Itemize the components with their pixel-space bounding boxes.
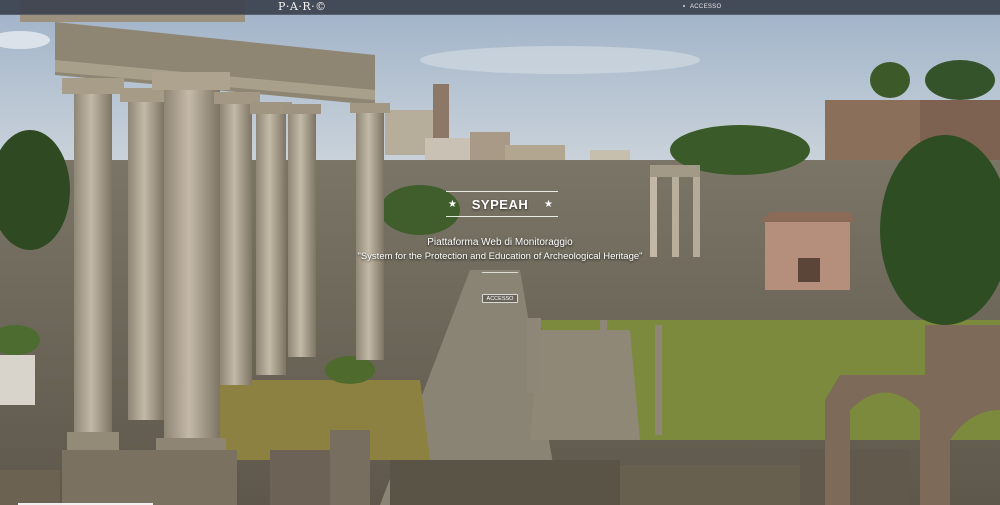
star-icon-right: ★ bbox=[544, 199, 553, 210]
title-top-divider bbox=[446, 191, 558, 192]
brand-logo[interactable]: P·A·R·© bbox=[278, 0, 327, 14]
bullet-icon bbox=[683, 5, 685, 8]
platform-subtitle: Piattaforma Web di Monitoraggio bbox=[427, 237, 573, 248]
title-bottom-divider bbox=[446, 216, 558, 217]
hero-panel: ★ SYPEAH ★ Piattaforma Web di Monitoragg… bbox=[330, 186, 670, 316]
nav-login-link[interactable]: ACCESSO bbox=[683, 2, 721, 12]
project-tagline: "System for the Protection and Education… bbox=[357, 251, 643, 262]
top-navigation-bar: P·A·R·© ACCESSO bbox=[0, 0, 1000, 15]
login-button[interactable]: ACCESSO bbox=[482, 294, 518, 303]
page-title: SYPEAH bbox=[471, 197, 529, 212]
cta-divider bbox=[482, 272, 518, 273]
nav-login-label: ACCESSO bbox=[690, 4, 722, 10]
